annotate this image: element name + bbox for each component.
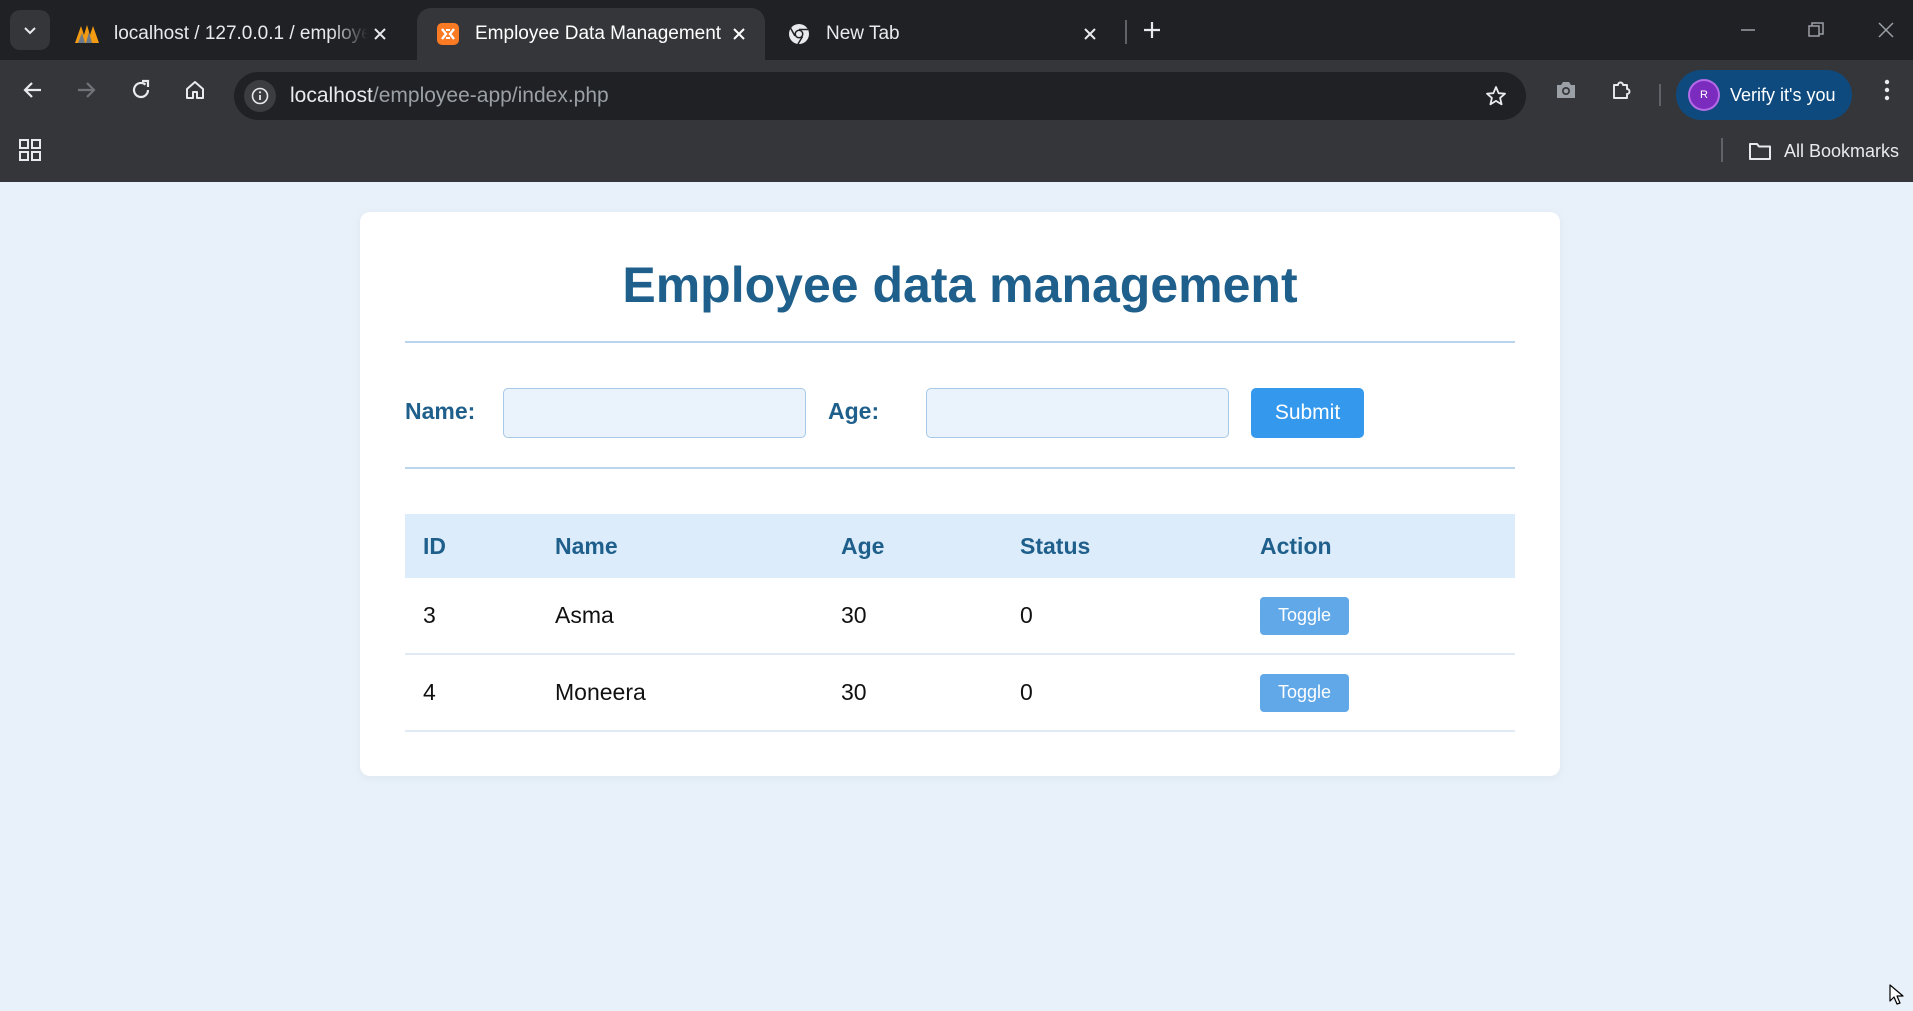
cell-age: 30	[823, 578, 1002, 655]
table-row: 3 Asma 30 0 Toggle	[405, 578, 1515, 655]
extensions-button[interactable]	[1601, 70, 1641, 110]
submit-button[interactable]: Submit	[1251, 388, 1364, 438]
tab-search-button[interactable]	[10, 10, 50, 50]
bookmarks-separator	[1721, 138, 1723, 162]
age-input[interactable]	[926, 388, 1229, 438]
main-card: Employee data management Name: Age: Subm…	[360, 212, 1560, 776]
screenshot-button[interactable]	[1546, 70, 1586, 110]
arrow-right-icon	[78, 82, 96, 98]
toggle-button[interactable]: Toggle	[1260, 596, 1349, 635]
name-label: Name:	[405, 398, 476, 424]
puzzle-icon	[1613, 81, 1631, 99]
close-icon[interactable]	[727, 22, 751, 46]
tab-phpmyadmin[interactable]: localhost / 127.0.0.1 / employee	[56, 8, 406, 60]
cell-age: 30	[823, 654, 1002, 732]
close-icon[interactable]	[1078, 22, 1102, 46]
toolbar-separator	[1659, 84, 1661, 106]
page-title: Employee data management	[622, 257, 1298, 313]
cell-id: 4	[405, 654, 537, 732]
profile-verify-button[interactable]: R Verify it's you	[1676, 70, 1852, 120]
reload-button[interactable]	[121, 70, 161, 110]
apps-grid-icon[interactable]	[14, 134, 46, 166]
url-host: localhost	[290, 84, 373, 107]
mouse-cursor-icon	[1889, 984, 1907, 1011]
table-header-row: ID Name Age Status Action	[405, 514, 1515, 578]
minimize-icon	[1741, 29, 1755, 31]
restore-button[interactable]	[1796, 12, 1836, 48]
toggle-button[interactable]: Toggle	[1260, 673, 1349, 712]
address-bar[interactable]: localhost/employee-app/index.php	[234, 72, 1526, 120]
title-divider	[405, 341, 1515, 343]
header-name: Name	[555, 532, 618, 559]
restore-icon	[1808, 22, 1824, 37]
age-label: Age:	[828, 398, 880, 424]
cell-status: 0	[1002, 654, 1242, 732]
tab-employee-data-management[interactable]: Employee Data Management	[417, 8, 765, 60]
tab-title: New Tab	[826, 23, 900, 44]
home-icon	[186, 81, 204, 99]
forward-button[interactable]	[66, 70, 106, 110]
cell-action: Toggle	[1242, 578, 1515, 655]
info-icon[interactable]	[244, 80, 276, 112]
menu-button[interactable]	[1867, 70, 1907, 110]
tab-title: localhost / 127.0.0.1 / employee	[114, 23, 368, 44]
close-icon[interactable]	[368, 22, 392, 46]
tab-strip: localhost / 127.0.0.1 / employee Employe…	[0, 0, 1913, 60]
minimize-button[interactable]	[1728, 12, 1768, 48]
tab-separator	[1125, 20, 1127, 44]
url-path: /employee-app/index.php	[372, 84, 609, 107]
home-button[interactable]	[175, 70, 215, 110]
header-status: Status	[1020, 532, 1091, 559]
name-input[interactable]	[503, 388, 806, 438]
close-icon	[1878, 22, 1894, 38]
back-button[interactable]	[13, 70, 53, 110]
bookmarks-bar: All Bookmarks	[0, 120, 1913, 182]
folder-icon	[1748, 141, 1772, 161]
arrow-left-icon	[23, 82, 41, 98]
all-bookmarks-button[interactable]: All Bookmarks	[1748, 136, 1899, 166]
cell-name: Moneera	[537, 654, 823, 732]
close-window-button[interactable]	[1866, 12, 1906, 48]
camera-icon	[1557, 82, 1575, 98]
url-text[interactable]: localhost/employee-app/index.php	[290, 84, 609, 108]
cell-action: Toggle	[1242, 654, 1515, 732]
header-action: Action	[1260, 532, 1332, 559]
cell-status: 0	[1002, 578, 1242, 655]
tab-title: Employee Data Management	[475, 23, 722, 44]
verify-label: Verify it's you	[1730, 84, 1836, 105]
cell-name: Asma	[537, 578, 823, 655]
employee-table: ID Name Age Status Action 3 Asma 30 0 To…	[405, 514, 1515, 732]
phpmyadmin-icon	[74, 21, 100, 47]
more-vertical-icon	[1884, 79, 1890, 101]
bookmark-star-icon[interactable]	[1480, 80, 1512, 112]
chevron-down-icon	[24, 27, 36, 35]
header-id: ID	[423, 532, 446, 559]
cell-id: 3	[405, 578, 537, 655]
reload-icon	[132, 79, 150, 99]
chrome-icon	[786, 21, 812, 47]
tab-new-tab[interactable]: New Tab	[768, 8, 1116, 60]
table-row: 4 Moneera 30 0 Toggle	[405, 654, 1515, 732]
all-bookmarks-label: All Bookmarks	[1784, 140, 1900, 161]
plus-icon	[1144, 22, 1160, 38]
form-divider	[405, 467, 1515, 469]
header-age: Age	[841, 532, 885, 559]
browser-toolbar: localhost/employee-app/index.php R Verif…	[0, 60, 1913, 120]
new-tab-button[interactable]	[1138, 14, 1166, 46]
avatar: R	[1690, 81, 1718, 109]
xampp-icon	[435, 21, 461, 47]
